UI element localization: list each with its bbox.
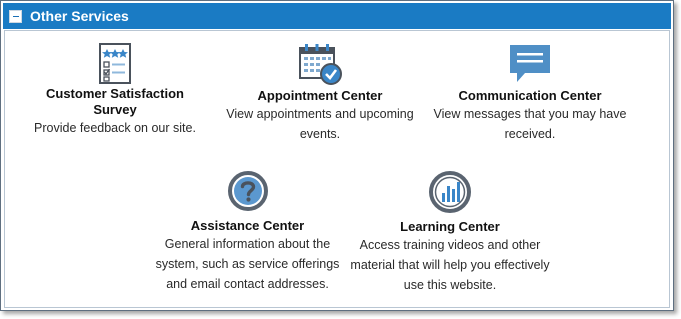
- service-communication-center[interactable]: Communication Center View messages that …: [425, 42, 635, 144]
- panel-body: Customer Satisfaction Survey Provide fee…: [4, 30, 670, 308]
- service-name: Communication Center: [458, 88, 602, 103]
- service-appointment-center[interactable]: Appointment Center View appointments and…: [215, 42, 425, 144]
- message-bubble-icon: [510, 45, 550, 82]
- survey-checklist-icon: [99, 43, 131, 84]
- service-customer-satisfaction-survey[interactable]: Customer Satisfaction Survey Provide fee…: [30, 42, 200, 138]
- service-description: Provide feedback on our site.: [34, 121, 196, 135]
- service-description: General information about the system, su…: [155, 237, 340, 291]
- service-description: View appointments and upcoming events.: [226, 107, 414, 141]
- panel-header: Other Services: [3, 3, 671, 29]
- bar-chart-circle-icon: [429, 171, 471, 213]
- service-assistance-center[interactable]: Assistance Center General information ab…: [145, 170, 350, 294]
- service-name: Appointment Center: [257, 88, 383, 103]
- minus-square-icon[interactable]: [9, 9, 22, 23]
- panel-title: Other Services: [30, 8, 129, 24]
- service-name: Customer Satisfaction Survey: [46, 86, 184, 117]
- question-mark-icon: [227, 171, 268, 211]
- service-name: Learning Center: [400, 219, 500, 234]
- calendar-check-icon: [299, 44, 342, 85]
- service-description: Access training videos and other materia…: [350, 238, 550, 292]
- other-services-panel: Other Services Customer Satisfaction Sur…: [0, 0, 674, 311]
- service-learning-center[interactable]: Learning Center Access training videos a…: [350, 170, 550, 295]
- service-description: View messages that you may have received…: [433, 107, 627, 141]
- service-name: Assistance Center: [190, 218, 305, 233]
